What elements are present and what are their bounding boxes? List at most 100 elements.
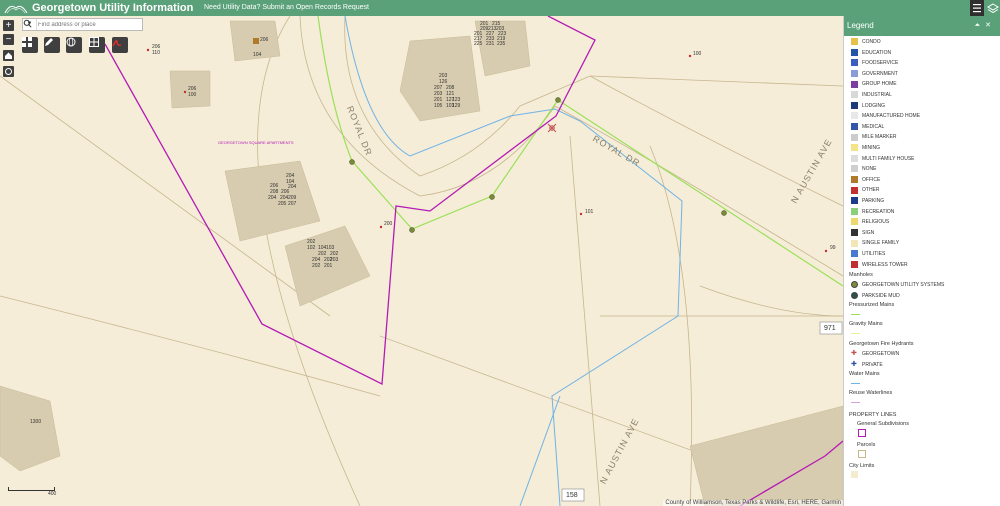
legend-symbol-icon [851,207,858,215]
close-icon[interactable]: ✕ [985,22,996,29]
legend-item-label: UTILITIES [862,251,886,257]
legend-item: RECREATION [851,207,895,217]
address-label: 100 [188,92,197,98]
legend-item: NONE [851,165,876,174]
legend-item-label: GOVERNMENT [862,70,898,77]
search-input[interactable] [38,19,128,30]
legend-item-label: OTHER [862,187,880,194]
legend-item: ✚ GEORGETOWN [851,350,899,359]
legend-item: MINING [851,144,880,153]
legend-item: MANUFACTURED HOME [851,112,920,121]
legend-section-heading: Pressurized Mains [849,302,895,309]
legend-symbol-icon [851,165,858,173]
open-records-link[interactable]: Need Utility Data? Submit an Open Record… [204,0,369,16]
legend-item: CONDO [851,38,881,47]
legend-item: OTHER [851,186,880,195]
legend-item: INDUSTRIAL [851,91,892,100]
legend-symbol-icon [851,281,858,289]
legend-symbol-icon [851,250,858,258]
legend-item: EDUCATION [851,48,892,58]
legend-item: WIRELESS TOWER [851,260,908,270]
address-label: 129 [452,103,461,109]
collapse-icon[interactable]: ⏶ [975,22,986,29]
pencil-icon [45,38,53,46]
home-button[interactable] [3,50,14,61]
legend-symbol-icon [858,450,866,459]
zoom-out-button[interactable]: − [3,34,14,45]
legend-item: GEORGETOWN UTILITY SYSTEMS [851,281,944,290]
legend-symbol-icon [851,239,858,247]
locate-button[interactable] [3,66,14,77]
legend-symbol-icon [851,260,858,268]
measure-button[interactable] [44,37,60,53]
legend-section-heading: General Subdivisions [857,421,909,428]
apartments-label: GEORGETOWN SQUARE APARTMENTS [218,140,294,145]
legend-item-label: PARKSIDE MUD [862,292,900,299]
legend-item-label: CONDO [862,39,881,45]
layer-list-button[interactable] [66,37,82,53]
top-bar: Georgetown Utility Information Need Util… [0,0,1000,16]
list-menu-icon[interactable] [970,0,984,16]
legend-symbol-icon [851,383,860,385]
legend-item [851,380,864,389]
address-label: 102 [307,245,316,251]
legend-symbol-icon [851,333,860,335]
layers-icon[interactable] [986,0,1000,16]
legend-item [851,311,864,320]
address-label: 205 [278,201,287,207]
legend-item: LODGING [851,101,885,111]
address-label: 235 [497,41,506,47]
zoom-in-button[interactable]: + [3,20,14,31]
basemap-gallery-button[interactable] [22,37,38,53]
legend-symbol-icon [851,80,858,88]
print-pdf-button[interactable] [112,37,128,53]
legend-title: Legend [847,21,874,30]
map-attribution: County of Williamson, Texas Parks & Wild… [663,500,843,506]
legend-symbol-icon: ✚ [851,350,857,358]
legend-item: SIGN [851,228,874,238]
legend-header: Legend ⏶✕ [844,16,1000,36]
scale-label: 400 [48,491,57,497]
legend-item [851,399,864,408]
legend-item: ✚ PRIVATE [851,361,883,370]
overview-button[interactable] [89,37,105,53]
legend-controls: ⏶✕ [975,16,996,36]
legend-item-label: OFFICE [862,176,881,183]
address-label: 110 [152,50,160,56]
app-title: Georgetown Utility Information [32,2,194,14]
legend-item-label: MINING [862,145,881,151]
legend-item-label: EDUCATION [862,49,892,56]
legend-symbol-icon [851,48,858,56]
legend-item: GOVERNMENT [851,69,898,79]
legend-item: FOODSERVICE [851,59,898,68]
legend-symbol-icon [851,175,858,183]
legend-item: RELIGIOUS [851,218,889,227]
legend-symbol-icon [851,186,858,194]
search-box: ▼ [22,18,143,31]
legend-item-label: FOODSERVICE [862,60,899,67]
legend-item-label: MANUFACTURED HOME [862,113,921,120]
address-label: 201 [324,263,333,269]
legend-item-label: SINGLE FAMILY [862,240,900,247]
legend-symbol-icon [851,314,860,316]
legend-item-label: INDUSTRIAL [862,92,892,98]
search-icon[interactable] [23,19,32,28]
legend-symbol-icon [851,38,858,46]
address-label: 1300 [30,419,42,425]
legend-item-label: MILE MARKER [862,134,897,141]
legend-item-label: RECREATION [862,208,895,215]
map-view[interactable]: ROYAL DR ROYAL DR N AUSTIN AVE N AUSTIN … [0,16,843,506]
legend-symbol-icon [851,218,858,226]
frame-icon [89,37,99,47]
route-shield: 158 [566,492,578,499]
legend-section-heading: Reuse Waterlines [849,390,893,397]
legend-symbol-icon [851,69,858,77]
legend-symbol-icon [851,197,858,205]
app-logo-icon [4,5,28,14]
legend-section-heading: Gravity Mains [849,321,883,328]
legend-symbol-icon [851,133,858,141]
address-label: 101 [585,209,594,215]
legend-item: GROUP HOME [851,80,897,89]
legend-item-label: MULTI FAMILY HOUSE [862,155,915,162]
legend-symbol-icon [851,291,858,299]
